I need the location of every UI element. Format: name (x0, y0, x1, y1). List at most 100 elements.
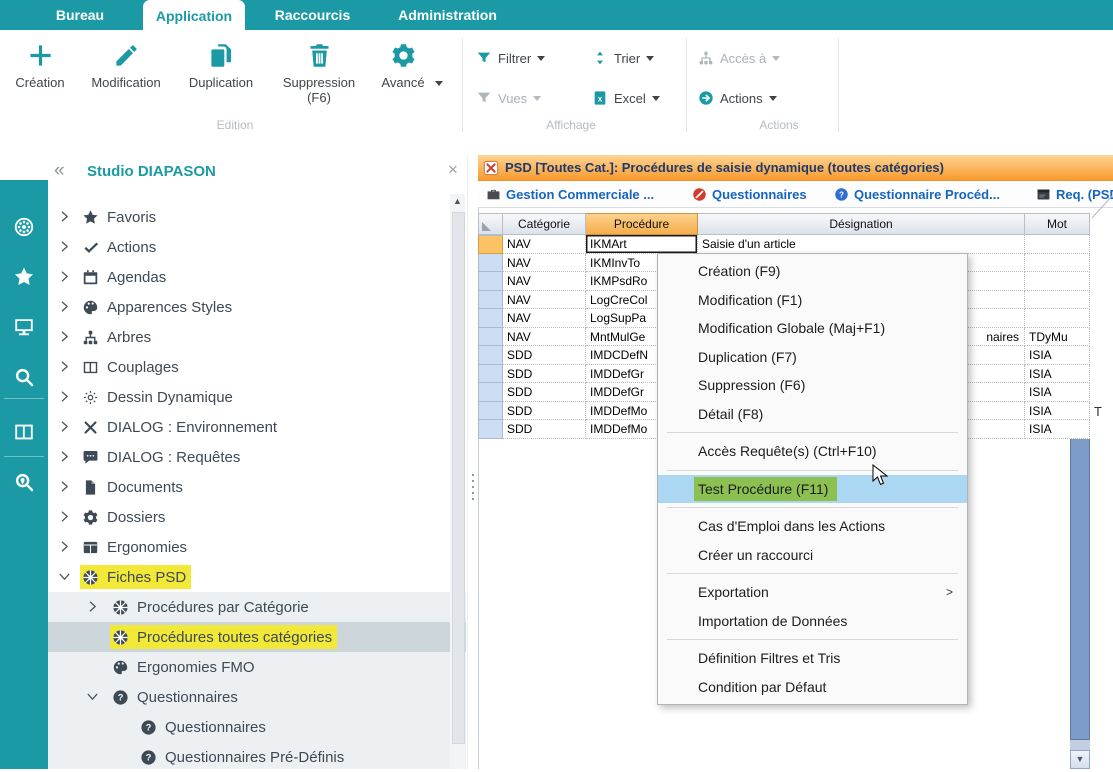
tab-application[interactable]: Application (143, 0, 245, 31)
cell-mot[interactable] (1025, 291, 1090, 310)
row-indicator[interactable] (478, 291, 503, 310)
sidebar-item-ergonomies[interactable]: Ergonomies (48, 532, 466, 562)
acces-a-button[interactable]: Accès à (698, 46, 780, 70)
sidebar-item-dessin-dynamique[interactable]: Dessin Dynamique (48, 382, 466, 412)
sidebar-close-button[interactable]: × (448, 160, 458, 180)
star-icon[interactable] (13, 266, 35, 288)
menu-item-importation-de-donnees[interactable]: Importation de Données (658, 607, 967, 636)
actions-button[interactable]: Actions (698, 86, 777, 110)
row-indicator[interactable] (478, 420, 503, 439)
cell-mot[interactable]: ISIA (1025, 365, 1090, 384)
scroll-up-icon[interactable]: ▲ (450, 196, 465, 206)
cell-procedure[interactable]: IKMArt (586, 235, 698, 254)
cell-mot[interactable]: ISIA (1025, 383, 1090, 402)
row-indicator[interactable] (478, 402, 503, 421)
tab-raccourcis[interactable]: Raccourcis (255, 0, 370, 30)
duplication-button[interactable]: Duplication (174, 40, 268, 90)
menu-item-modification-f1[interactable]: Modification (F1) (658, 286, 967, 315)
menu-item-suppression-f6[interactable]: Suppression (F6) (658, 371, 967, 400)
row-indicator[interactable] (478, 328, 503, 347)
sidebar-scrollbar[interactable]: ▲ (450, 194, 465, 769)
vues-button[interactable]: Vues (476, 86, 541, 110)
search-icon[interactable] (13, 366, 35, 388)
menu-item-creer-un-raccourci[interactable]: Créer un raccourci (658, 541, 967, 570)
filtrer-button[interactable]: Filtrer (476, 46, 545, 70)
cell-categorie[interactable]: NAV (503, 272, 586, 291)
row-indicator[interactable] (478, 272, 503, 291)
row-indicator[interactable] (478, 309, 503, 328)
chevron-down-icon[interactable] (86, 690, 99, 703)
sidebar-item-dialog-requetes[interactable]: DIALOG : Requêtes (48, 442, 466, 472)
cell-categorie[interactable]: SDD (503, 365, 586, 384)
sidebar-item-fiches-psd[interactable]: Fiches PSD (48, 562, 466, 592)
cell-mot[interactable]: TDyMu (1025, 328, 1090, 347)
cell-categorie[interactable]: NAV (503, 291, 586, 310)
wheel-icon[interactable] (13, 216, 35, 238)
excel-button[interactable]: x Excel (592, 86, 660, 110)
dropdown-caret-icon[interactable] (435, 81, 443, 90)
sidebar-item-arbres[interactable]: Arbres (48, 322, 466, 352)
menu-item-modification-globale-maj-f1[interactable]: Modification Globale (Maj+F1) (658, 314, 967, 343)
menu-item-definition-filtres-et-tris[interactable]: Définition Filtres et Tris (658, 644, 967, 673)
menu-item-duplication-f7[interactable]: Duplication (F7) (658, 343, 967, 372)
cell-categorie[interactable]: NAV (503, 235, 586, 254)
chevron-right-icon[interactable] (58, 420, 71, 433)
chevron-down-icon[interactable] (58, 570, 71, 583)
cell-categorie[interactable]: SDD (503, 402, 586, 421)
cell-categorie[interactable]: NAV (503, 309, 586, 328)
sidebar-collapse-button[interactable]: « (54, 160, 65, 182)
cell-categorie[interactable]: SDD (503, 420, 586, 439)
menu-item-creation-f9[interactable]: Création (F9) (658, 257, 967, 286)
cell-mot[interactable]: ISIA (1025, 346, 1090, 365)
link-tab-questionnaires[interactable]: Questionnaires (692, 181, 807, 207)
sidebar-scrollbar-thumb[interactable] (452, 212, 465, 744)
menu-item-condition-par-defaut[interactable]: Condition par Défaut (658, 673, 967, 702)
row-indicator[interactable] (478, 235, 503, 254)
chevron-right-icon[interactable] (58, 540, 71, 553)
chevron-right-icon[interactable] (86, 600, 99, 613)
collapsed-side-tab[interactable]: T (1094, 404, 1102, 419)
trier-button[interactable]: Trier (592, 46, 654, 70)
cell-categorie[interactable]: NAV (503, 328, 586, 347)
cell-mot[interactable] (1025, 309, 1090, 328)
monitor-icon[interactable] (13, 316, 35, 338)
tab-administration[interactable]: Administration (380, 0, 515, 30)
cell-categorie[interactable]: NAV (503, 254, 586, 273)
column-header-mot[interactable]: Mot (1025, 213, 1090, 235)
chevron-right-icon[interactable] (58, 360, 71, 373)
menu-item-detail-f8[interactable]: Détail (F8) (658, 400, 967, 429)
chevron-right-icon[interactable] (58, 450, 71, 463)
sidebar-item-procedures-par-categorie[interactable]: Procédures par Catégorie (48, 592, 466, 622)
link-tab-questionnaire-proced[interactable]: ? Questionnaire Procéd... (834, 181, 1000, 207)
cell-mot[interactable]: ISIA (1025, 402, 1090, 421)
cell-designation[interactable]: Saisie d'un article (698, 235, 1025, 254)
cell-mot[interactable]: ISIA (1025, 420, 1090, 439)
row-indicator[interactable] (478, 383, 503, 402)
sidebar-item-agendas[interactable]: Agendas (48, 262, 466, 292)
row-indicator[interactable] (478, 346, 503, 365)
search-pin-icon[interactable] (13, 471, 35, 493)
scroll-down-icon[interactable]: ▼ (1070, 750, 1090, 769)
chevron-right-icon[interactable] (58, 390, 71, 403)
chevron-right-icon[interactable] (58, 330, 71, 343)
sidebar-item-favoris[interactable]: Favoris (48, 202, 466, 232)
chevron-right-icon[interactable] (58, 240, 71, 253)
column-header-categorie[interactable]: Catégorie (503, 213, 586, 235)
avance-button[interactable]: Avancé (372, 40, 434, 90)
sidebar-item-apparences-styles[interactable]: Apparences Styles (48, 292, 466, 322)
link-tab-gestion-commerciale[interactable]: Gestion Commerciale ... (486, 181, 654, 207)
menu-item-cas-d-emploi-dans-les-actions[interactable]: Cas d'Emploi dans les Actions (658, 512, 967, 541)
chevron-right-icon[interactable] (58, 300, 71, 313)
sidebar-item-procedures-toutes-categories[interactable]: Procédures toutes catégories (48, 622, 466, 652)
sidebar-item-dossiers[interactable]: Dossiers (48, 502, 466, 532)
sidebar-item-couplages[interactable]: Couplages (48, 352, 466, 382)
column-header-designation[interactable]: Désignation (698, 213, 1025, 235)
row-indicator[interactable] (478, 365, 503, 384)
sidebar-item-questionnaires-pre-definis[interactable]: ? Questionnaires Pré-Définis (48, 742, 466, 772)
menu-item-acces-requete-s-ctrl-f10[interactable]: Accès Requête(s) (Ctrl+F10) (658, 437, 967, 466)
sidebar-item-actions[interactable]: Actions (48, 232, 466, 262)
cell-mot[interactable] (1025, 254, 1090, 273)
chevron-right-icon[interactable] (58, 480, 71, 493)
menu-item-exportation[interactable]: Exportation > (658, 578, 967, 607)
sidebar-item-ergonomies-fmo[interactable]: Ergonomies FMO (48, 652, 466, 682)
